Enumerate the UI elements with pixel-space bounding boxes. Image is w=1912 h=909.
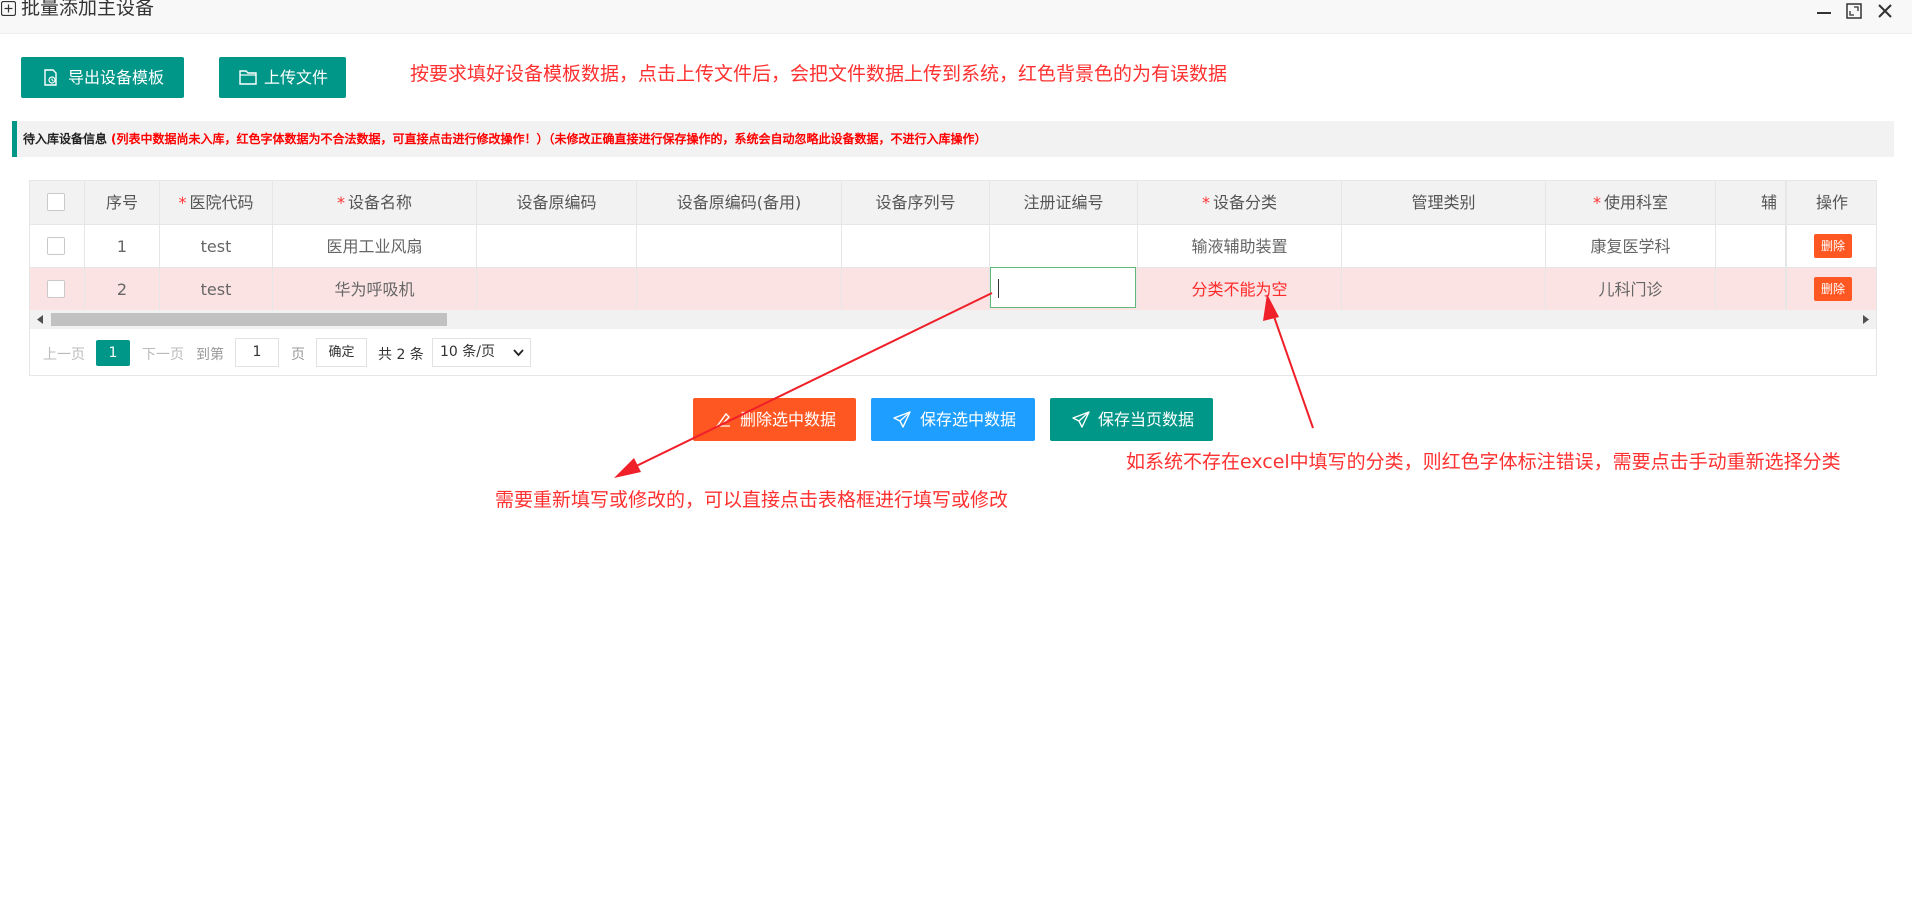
department-cell[interactable]: 康复医学科 bbox=[1546, 225, 1716, 268]
folder-icon bbox=[239, 70, 257, 85]
reg-no-cell[interactable] bbox=[990, 225, 1138, 268]
col-header-actions: 操作 bbox=[1786, 181, 1876, 225]
export-file-icon bbox=[44, 69, 57, 86]
device-name-cell[interactable]: 医用工业风扇 bbox=[273, 225, 477, 268]
col-header-index: 序号 bbox=[85, 181, 160, 225]
delete-icon bbox=[716, 412, 730, 427]
col-header-category: * 设备分类 bbox=[1138, 181, 1342, 225]
pending-devices-title: 待入库设备信息 bbox=[23, 132, 108, 146]
save-page-button[interactable]: 保存当页数据 bbox=[1050, 398, 1213, 441]
hospital-code-cell[interactable]: test bbox=[160, 268, 273, 311]
row-index-cell: 1 bbox=[85, 225, 160, 268]
scrollbar-thumb[interactable] bbox=[51, 313, 447, 326]
maximize-icon[interactable] bbox=[1845, 2, 1863, 20]
row-checkbox[interactable] bbox=[47, 280, 65, 298]
row-delete-button[interactable]: 删除 bbox=[1814, 234, 1852, 258]
minimize-icon[interactable] bbox=[1815, 2, 1833, 20]
export-template-button[interactable]: 导出设备模板 bbox=[21, 57, 184, 98]
department-cell[interactable]: 儿科门诊 bbox=[1546, 268, 1716, 311]
orig-code-cell[interactable] bbox=[477, 268, 637, 311]
next-page-link[interactable]: 下一页 bbox=[142, 344, 184, 364]
row-checkbox[interactable] bbox=[47, 237, 65, 255]
dialog-title: 批量添加主设备 bbox=[21, 0, 155, 19]
edit-hint-annotation: 需要重新填写或修改的，可以直接点击表格框进行填写或修改 bbox=[495, 489, 1009, 511]
col-header-serial: 设备序列号 bbox=[842, 181, 990, 225]
upload-file-button[interactable]: 上传文件 bbox=[219, 57, 346, 98]
row-actions-cell: 删除 bbox=[1786, 225, 1876, 268]
col-header-device-name: * 设备名称 bbox=[273, 181, 477, 225]
close-icon[interactable] bbox=[1876, 2, 1894, 20]
delete-selected-button[interactable]: 删除选中数据 bbox=[693, 398, 856, 441]
upload-file-label: 上传文件 bbox=[264, 68, 329, 87]
serial-cell[interactable] bbox=[842, 225, 990, 268]
col-header-hospital-code: * 医院代码 bbox=[160, 181, 273, 225]
table-row-select bbox=[30, 225, 85, 268]
total-count: 共 2 条 bbox=[378, 347, 424, 363]
mgmt-class-cell[interactable] bbox=[1342, 268, 1546, 311]
col-header-orig-code: 设备原编码 bbox=[477, 181, 637, 225]
row-actions-cell: 删除 bbox=[1786, 268, 1876, 311]
category-hint-annotation: 如系统不存在excel中填写的分类，则红色字体标注错误，需要点击手动重新选择分类 bbox=[1126, 451, 1841, 473]
category-cell[interactable]: 输液辅助装置 bbox=[1138, 225, 1342, 268]
page-unit-label: 页 bbox=[291, 347, 305, 363]
row-delete-button[interactable]: 删除 bbox=[1814, 277, 1852, 301]
delete-selected-label: 删除选中数据 bbox=[740, 410, 837, 429]
aux-cell[interactable] bbox=[1716, 268, 1786, 311]
export-template-label: 导出设备模板 bbox=[68, 68, 165, 87]
upload-hint-annotation: 按要求填好设备模板数据，点击上传文件后，会把文件数据上传到系统，红色背景色的为有… bbox=[410, 63, 1228, 85]
row-index-cell: 2 bbox=[85, 268, 160, 311]
col-header-orig-code-backup: 设备原编码(备用) bbox=[637, 181, 842, 225]
goto-confirm-button[interactable]: 确定 bbox=[316, 338, 367, 367]
col-header-reg-no: 注册证编号 bbox=[990, 181, 1138, 225]
col-header-aux: 辅 bbox=[1716, 181, 1786, 225]
save-selected-label: 保存选中数据 bbox=[920, 410, 1017, 429]
plus-square-icon bbox=[1, 1, 16, 16]
hospital-code-cell[interactable]: test bbox=[160, 225, 273, 268]
table-row-select bbox=[30, 268, 85, 311]
category-error-cell[interactable]: 分类不能为空 bbox=[1138, 268, 1342, 311]
col-header-mgmt-class: 管理类别 bbox=[1342, 181, 1546, 225]
dialog-titlebar: 批量添加主设备 bbox=[0, 0, 1912, 34]
scroll-right-icon[interactable] bbox=[1862, 315, 1870, 324]
reg-no-edit-input[interactable] bbox=[990, 267, 1136, 308]
send-icon bbox=[1072, 411, 1090, 428]
pagination: 上一页 1 下一页 到第 1 页 确定 共 2 条 10 条/页 bbox=[30, 336, 630, 370]
scroll-left-icon[interactable] bbox=[36, 315, 44, 324]
goto-page-input[interactable]: 1 bbox=[235, 338, 279, 367]
select-all-checkbox[interactable] bbox=[47, 193, 65, 211]
save-selected-button[interactable]: 保存选中数据 bbox=[871, 398, 1035, 441]
pending-devices-infobar: 待入库设备信息 (列表中数据尚未入库，红色字体数据为不合法数据，可直接点击进行修改… bbox=[12, 121, 1894, 157]
page-size-value: 10 条/页 bbox=[440, 344, 495, 360]
mgmt-class-cell[interactable] bbox=[1342, 225, 1546, 268]
aux-cell[interactable] bbox=[1716, 225, 1786, 268]
send-icon bbox=[893, 411, 911, 428]
horizontal-scrollbar[interactable] bbox=[30, 310, 1876, 329]
device-name-cell[interactable]: 华为呼吸机 bbox=[273, 268, 477, 311]
chevron-down-icon bbox=[513, 349, 524, 357]
text-caret bbox=[998, 279, 999, 298]
serial-cell[interactable] bbox=[842, 268, 990, 311]
prev-page-link[interactable]: 上一页 bbox=[43, 344, 85, 364]
orig-code-cell[interactable] bbox=[477, 225, 637, 268]
page-size-select[interactable]: 10 条/页 bbox=[432, 338, 531, 367]
orig-code-backup-cell[interactable] bbox=[637, 225, 842, 268]
pending-devices-note: (列表中数据尚未入库，红色字体数据为不合法数据，可直接点击进行修改操作！）（未修… bbox=[111, 132, 987, 146]
header-select-all bbox=[30, 181, 85, 225]
current-page[interactable]: 1 bbox=[96, 340, 130, 366]
orig-code-backup-cell[interactable] bbox=[637, 268, 842, 311]
goto-label: 到第 bbox=[196, 347, 224, 363]
save-page-label: 保存当页数据 bbox=[1098, 410, 1195, 429]
col-header-department: * 使用科室 bbox=[1546, 181, 1716, 225]
